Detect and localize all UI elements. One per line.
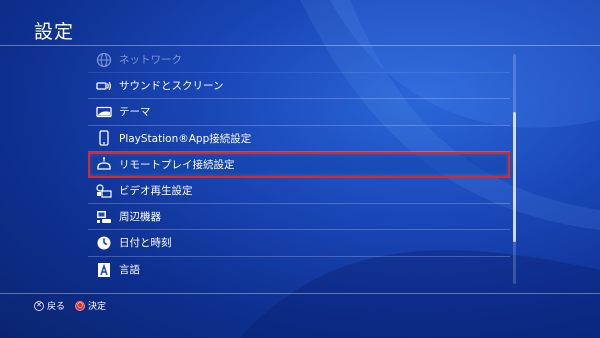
speaker-icon [95, 77, 113, 95]
menu-item-label: リモートプレイ接続設定 [119, 158, 235, 171]
scrollbar[interactable] [513, 54, 516, 284]
button-hints: ✕ 戻る ○ 決定 [34, 299, 106, 312]
remote-play-icon [95, 155, 113, 173]
menu-item-label: テーマ [119, 106, 151, 119]
menu-item-network[interactable]: ネットワーク [88, 47, 510, 74]
devices-icon [95, 208, 113, 226]
menu-item-label: 言語 [119, 264, 140, 277]
menu-item-theme[interactable]: テーマ [88, 99, 510, 126]
menu-item-label: 周辺機器 [119, 211, 161, 224]
confirm-hint[interactable]: ○ 決定 [75, 299, 106, 312]
page-title: 設定 [34, 21, 75, 43]
menu-item-playstation-app[interactable]: PlayStation®App接続設定 [88, 126, 510, 152]
confirm-label: 決定 [88, 302, 107, 312]
phone-icon [95, 129, 113, 147]
language-icon [95, 261, 113, 279]
menu-item-date-time[interactable]: 日付と時刻 [88, 230, 510, 257]
menu-item-peripherals[interactable]: 周辺機器 [88, 204, 510, 231]
header-divider [0, 45, 600, 46]
menu-item-language[interactable]: 言語 [88, 257, 510, 283]
menu-item-label: ネットワーク [119, 54, 182, 67]
menu-item-label: 日付と時刻 [119, 237, 172, 250]
globe-icon [95, 51, 113, 69]
scrollbar-thumb[interactable] [513, 112, 516, 242]
circle-button-icon: ○ [75, 300, 86, 311]
video-icon [95, 182, 113, 200]
menu-item-sound-and-screen[interactable]: サウンドとスクリーン [88, 73, 510, 100]
footer-divider [0, 293, 600, 294]
theme-icon [95, 103, 113, 121]
menu-item-remote-play[interactable]: リモートプレイ接続設定 [88, 151, 510, 178]
menu-item-label: PlayStation®App接続設定 [119, 132, 252, 145]
cross-button-icon: ✕ [34, 300, 44, 311]
menu-item-label: サウンドとスクリーン [119, 80, 224, 93]
menu-item-video-playback[interactable]: ビデオ再生設定 [88, 178, 510, 205]
clock-icon [95, 234, 113, 252]
settings-menu: ネットワーク サウンドとスクリーン テーマ PlayStation®App接続設… [88, 47, 510, 283]
back-hint[interactable]: ✕ 戻る [34, 299, 65, 312]
back-label: 戻る [47, 302, 66, 312]
menu-item-label: ビデオ再生設定 [119, 185, 193, 198]
